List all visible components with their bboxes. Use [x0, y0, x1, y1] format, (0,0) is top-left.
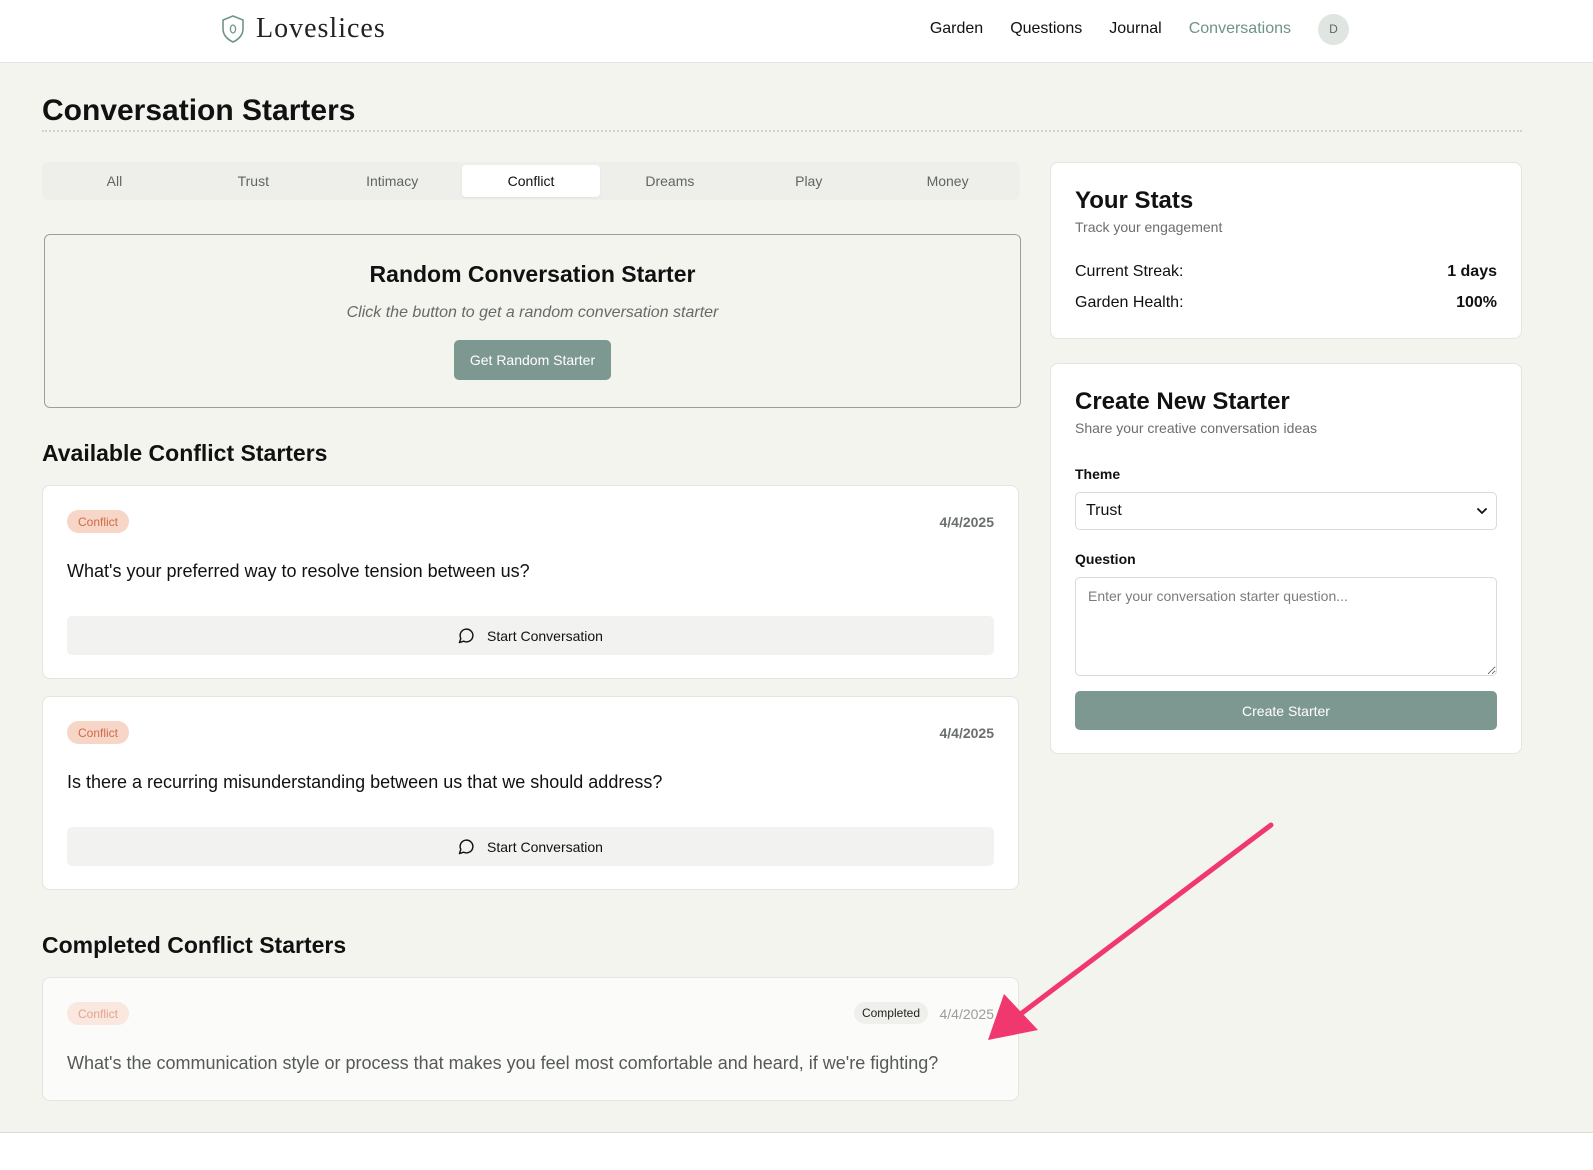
brand[interactable]: Loveslices: [220, 13, 386, 45]
stat-label: Current Streak:: [1075, 263, 1184, 280]
random-starter-panel: Random Conversation Starter Click the bu…: [44, 234, 1021, 408]
tab-money[interactable]: Money: [878, 165, 1017, 197]
create-title: Create New Starter: [1075, 388, 1290, 415]
tab-all[interactable]: All: [45, 165, 184, 197]
start-conversation-button[interactable]: Start Conversation: [67, 616, 994, 655]
tab-intimacy[interactable]: Intimacy: [323, 165, 462, 197]
tab-play[interactable]: Play: [739, 165, 878, 197]
nav-conversations[interactable]: Conversations: [1189, 20, 1291, 38]
footer: [0, 1133, 1593, 1170]
theme-badge: Conflict: [67, 510, 130, 533]
random-starter-title: Random Conversation Starter: [369, 261, 696, 287]
question-label: Question: [1075, 551, 1136, 567]
stat-current-streak: Current Streak: 1 days: [1075, 263, 1497, 281]
stat-label: Garden Health:: [1075, 294, 1184, 311]
create-starter-button[interactable]: Create Starter: [1075, 691, 1497, 730]
starter-card: Conflict 4/4/2025 Is there a recurring m…: [42, 696, 1019, 890]
annotation-arrow-icon: [988, 822, 1274, 1040]
card-question: What's your preferred way to resolve ten…: [67, 561, 530, 581]
page-title: Conversation Starters: [42, 94, 356, 127]
completed-heading: Completed Conflict Starters: [42, 932, 347, 958]
card-question: What's the communication style or proces…: [67, 1053, 939, 1073]
avatar[interactable]: D: [1318, 13, 1349, 45]
main-nav: Garden Questions Journal Conversations D: [930, 0, 1349, 58]
theme-select-value: Trust: [1086, 502, 1122, 519]
top-bar: Loveslices Garden Questions Journal Conv…: [0, 0, 1593, 63]
theme-badge: Conflict: [67, 1002, 130, 1025]
create-subtitle: Share your creative conversation ideas: [1075, 420, 1318, 436]
completed-starter-card: Conflict Completed 4/4/2025 What's the c…: [42, 977, 1019, 1101]
start-conversation-label: Start Conversation: [487, 838, 603, 855]
stats-title: Your Stats: [1075, 187, 1194, 214]
theme-select[interactable]: Trust: [1075, 492, 1497, 530]
shield-logo-icon: [222, 15, 244, 43]
chat-bubble-icon: [458, 628, 474, 644]
card-date: 4/4/2025: [939, 514, 995, 530]
card-question: Is there a recurring misunderstanding be…: [67, 772, 663, 792]
start-conversation-button[interactable]: Start Conversation: [67, 827, 994, 866]
theme-tabs: All Trust Intimacy Conflict Dreams Play …: [42, 162, 1020, 200]
completed-badge: Completed: [853, 1002, 928, 1024]
card-date: 4/4/2025: [939, 725, 995, 741]
tab-dreams[interactable]: Dreams: [600, 165, 739, 197]
title-divider: [42, 130, 1522, 132]
stats-subtitle: Track your engagement: [1075, 219, 1223, 235]
tab-trust[interactable]: Trust: [184, 165, 323, 197]
theme-badge: Conflict: [67, 721, 130, 744]
start-conversation-label: Start Conversation: [487, 627, 603, 644]
random-starter-subtitle: Click the button to get a random convers…: [346, 304, 719, 321]
get-random-starter-button[interactable]: Get Random Starter: [453, 340, 612, 380]
card-date: 4/4/2025: [939, 1006, 995, 1022]
create-starter-panel: Create New Starter Share your creative c…: [1050, 363, 1522, 754]
chevron-down-icon: [1477, 508, 1487, 514]
starter-card: Conflict 4/4/2025 What's your preferred …: [42, 485, 1019, 679]
stat-value: 1 days: [1447, 263, 1497, 280]
brand-name: Loveslices: [256, 13, 386, 44]
stats-panel: Your Stats Track your engagement Current…: [1050, 162, 1522, 339]
nav-journal[interactable]: Journal: [1109, 20, 1161, 38]
stat-garden-health: Garden Health: 100%: [1075, 294, 1497, 312]
theme-label: Theme: [1075, 466, 1121, 482]
tab-conflict[interactable]: Conflict: [461, 165, 601, 197]
nav-garden[interactable]: Garden: [930, 20, 983, 38]
chat-bubble-icon: [458, 839, 474, 855]
stat-value: 100%: [1456, 294, 1497, 311]
available-heading: Available Conflict Starters: [42, 440, 328, 466]
question-textarea[interactable]: [1075, 577, 1497, 676]
nav-questions[interactable]: Questions: [1010, 20, 1082, 38]
